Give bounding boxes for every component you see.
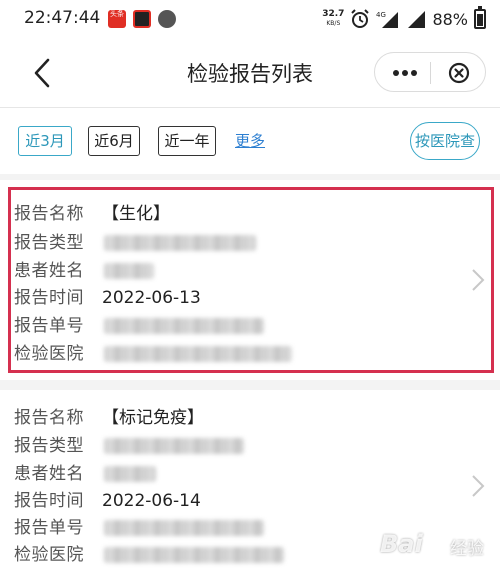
filter-chip-3-months[interactable]: 近3月: [18, 126, 72, 156]
close-circle-icon: [448, 62, 470, 84]
report-number-label: 报告单号: [14, 518, 84, 538]
filter-chip-6-months[interactable]: 近6月: [88, 126, 140, 156]
report-type-redacted: [104, 438, 244, 454]
report-name-label: 报告名称: [14, 204, 84, 224]
report-time-label: 报告时间: [14, 491, 84, 511]
status-time: 22:47:44: [24, 8, 101, 28]
report-time-value: 2022-06-13: [102, 288, 201, 308]
report-time-label: 报告时间: [14, 288, 84, 308]
report-time-value: 2022-06-14: [102, 491, 201, 511]
hospital-redacted: [104, 346, 292, 362]
patient-name-redacted: [104, 466, 156, 482]
battery-percent: 88%: [432, 9, 468, 29]
cellular-signal-icon: [408, 11, 426, 28]
patient-name-redacted: [104, 263, 154, 279]
chevron-right-icon: [472, 475, 485, 497]
network-speed-unit: KB/S: [326, 20, 341, 27]
mini-program-capsule: [374, 52, 486, 92]
more-options-button[interactable]: [381, 57, 427, 89]
capsule-divider: [430, 62, 431, 84]
filter-chip-1-year[interactable]: 近一年: [158, 126, 216, 156]
report-name-value: 【标记免疫】: [102, 408, 204, 428]
report-number-redacted: [104, 520, 264, 536]
report-number-label: 报告单号: [14, 316, 84, 336]
filter-bar: 近3月 近6月 近一年 更多 按医院查: [0, 108, 500, 174]
patient-name-label: 患者姓名: [14, 464, 84, 484]
video-app-icon: [133, 10, 151, 28]
ellipsis-icon: [393, 70, 417, 76]
signal-type-label: 4G: [376, 11, 386, 19]
notification-app-icon: [158, 10, 176, 28]
chevron-right-icon: [472, 269, 485, 291]
report-name-label: 报告名称: [14, 408, 84, 428]
status-bar: 22:47:44 头条 32.7 KB/S 4G 88%: [0, 0, 500, 38]
status-indicators: 32.7 KB/S 4G 88%: [322, 6, 486, 32]
more-filters-link[interactable]: 更多: [235, 130, 265, 151]
hospital-label: 检验医院: [14, 545, 84, 565]
report-number-redacted: [104, 318, 264, 334]
battery-icon: [474, 6, 486, 29]
report-card[interactable]: 报告名称 【标记免疫】 报告类型 患者姓名 报告时间 2022-06-14 报告…: [0, 390, 500, 581]
report-type-label: 报告类型: [14, 436, 84, 456]
hospital-redacted: [104, 547, 284, 563]
report-type-redacted: [104, 235, 256, 251]
hospital-label: 检验医院: [14, 344, 84, 364]
network-speed: 32.7 KB/S: [322, 10, 344, 28]
nav-bar: 检验报告列表: [0, 38, 500, 108]
alarm-icon: [351, 9, 370, 28]
report-name-value: 【生化】: [102, 204, 170, 224]
network-speed-value: 32.7: [322, 9, 345, 19]
toutiao-app-icon: 头条: [108, 10, 126, 28]
report-type-label: 报告类型: [14, 233, 84, 253]
mobile-signal-icon: 4G: [376, 11, 399, 28]
back-button[interactable]: [28, 56, 58, 90]
close-mini-program-button[interactable]: [437, 57, 481, 89]
chevron-left-icon: [34, 58, 50, 88]
patient-name-label: 患者姓名: [14, 261, 84, 281]
search-by-hospital-button[interactable]: 按医院查: [410, 122, 480, 160]
report-card[interactable]: 报告名称 【生化】 报告类型 患者姓名 报告时间 2022-06-13 报告单号…: [0, 180, 500, 380]
